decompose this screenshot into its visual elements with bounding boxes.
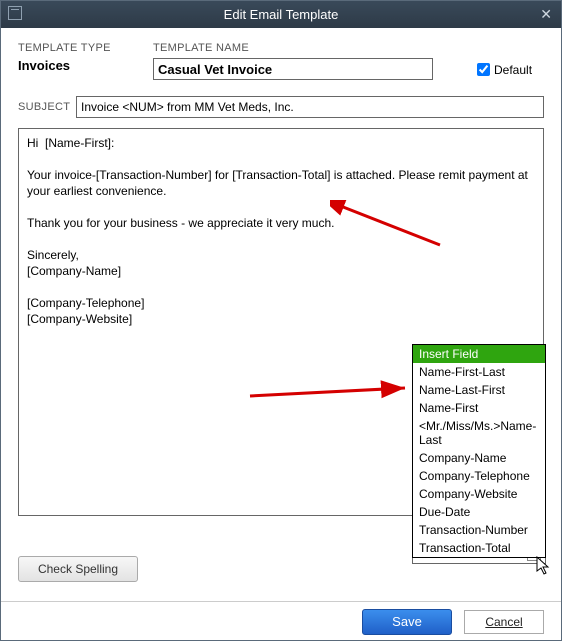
insert-field-option[interactable]: Name-Last-First [413, 381, 545, 399]
template-type-value: Invoices [18, 58, 153, 73]
save-button[interactable]: Save [362, 609, 452, 635]
subject-input[interactable] [76, 96, 544, 118]
insert-field-option[interactable]: Name-First-Last [413, 363, 545, 381]
close-icon[interactable]: ✕ [540, 6, 552, 23]
insert-field-option[interactable]: Due-Date [413, 503, 545, 521]
insert-field-option[interactable]: <Mr./Miss/Ms.>Name-Last [413, 417, 545, 449]
insert-field-option[interactable]: Name-First [413, 399, 545, 417]
insert-field-option[interactable]: Company-Website [413, 485, 545, 503]
default-checkbox-label: Default [494, 63, 532, 77]
check-spelling-button[interactable]: Check Spelling [18, 556, 138, 582]
insert-field-popup[interactable]: Insert Field Name-First-Last Name-Last-F… [412, 344, 546, 558]
insert-field-popup-header: Insert Field [413, 345, 545, 363]
default-checkbox-wrap[interactable]: Default [473, 60, 532, 79]
insert-field-option[interactable]: Company-Telephone [413, 467, 545, 485]
titlebar: Edit Email Template ✕ [0, 0, 562, 28]
bottom-bar: Save Cancel [0, 601, 562, 641]
insert-field-option[interactable]: Transaction-Total [413, 539, 545, 557]
default-checkbox[interactable] [477, 63, 490, 76]
window-menu-icon[interactable] [8, 6, 22, 20]
subject-label: SUBJECT [18, 101, 76, 113]
cancel-button[interactable]: Cancel [464, 610, 544, 634]
window-title: Edit Email Template [224, 7, 339, 22]
template-name-input[interactable] [153, 58, 433, 80]
insert-field-option[interactable]: Transaction-Number [413, 521, 545, 539]
template-type-label: TEMPLATE TYPE [18, 42, 153, 54]
insert-field-option[interactable]: Company-Name [413, 449, 545, 467]
template-name-label: TEMPLATE NAME [153, 42, 453, 54]
